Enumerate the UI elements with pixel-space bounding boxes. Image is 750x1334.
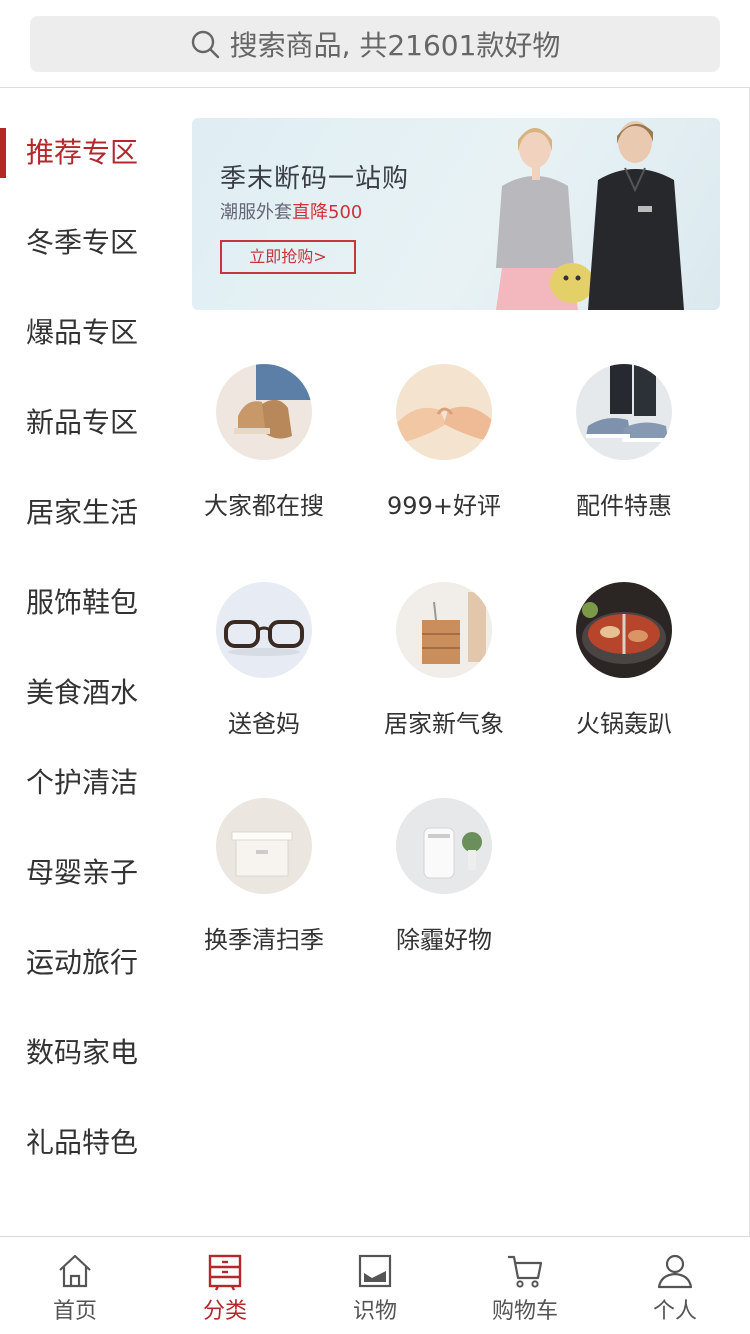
- category-label: 换季清扫季: [204, 926, 324, 954]
- promo-banner[interactable]: 季末断码一站购 潮服外套直降500 立即抢购>: [192, 118, 720, 310]
- sidebar-item-personal-care[interactable]: 个护清洁: [0, 738, 170, 828]
- banner-title: 季末断码一站购: [220, 164, 410, 194]
- category-label: 居家新气象: [384, 710, 504, 738]
- bottom-tab-bar: 首页 分类 识物 购物车 个人: [0, 1236, 750, 1334]
- sidebar-item-gifts[interactable]: 礼品特色: [0, 1098, 170, 1188]
- pinky-promise-photo: [396, 364, 492, 460]
- search-header: 搜索商品, 共21601款好物: [0, 0, 750, 88]
- banner-buy-button[interactable]: 立即抢购>: [220, 240, 356, 274]
- tab-discover-label: 识物: [352, 1299, 397, 1324]
- tab-home[interactable]: 首页: [0, 1237, 150, 1334]
- tab-profile[interactable]: 个人: [600, 1237, 750, 1334]
- person-icon: [657, 1254, 693, 1289]
- banner-sub-highlight: 直降500: [292, 202, 363, 223]
- category-label: 大家都在搜: [204, 492, 324, 520]
- cabinet-photo: [396, 582, 492, 678]
- category-item-home-refresh[interactable]: 居家新气象: [354, 582, 534, 739]
- hotpot-photo: [576, 582, 672, 678]
- category-label: 火锅轰趴: [576, 710, 672, 738]
- glasses-photo: [216, 582, 312, 678]
- cart-icon: [508, 1255, 543, 1288]
- picture-icon: [358, 1254, 392, 1288]
- sidebar-item-food[interactable]: 美食酒水: [0, 648, 170, 738]
- air-purifier-photo: [396, 798, 492, 894]
- search-icon: [191, 30, 219, 59]
- sidebar-item-baby[interactable]: 母婴亲子: [0, 828, 170, 918]
- category-sidebar: 推荐专区 冬季专区 爆品专区 新品专区 居家生活 服饰鞋包 美食酒水 个护清洁 …: [0, 108, 170, 1188]
- tab-home-label: 首页: [52, 1299, 97, 1324]
- category-item-popular-search[interactable]: 大家都在搜: [174, 364, 354, 521]
- tab-cart-label: 购物车: [491, 1299, 558, 1324]
- sidebar-item-recommend[interactable]: 推荐专区: [0, 108, 170, 198]
- category-item-accessories[interactable]: 配件特惠: [534, 364, 714, 521]
- search-placeholder: 搜索商品, 共21601款好物: [229, 29, 561, 62]
- boots-photo: [216, 364, 312, 460]
- category-label: 999+好评: [387, 492, 501, 520]
- sneakers-photo: [576, 364, 672, 460]
- tab-cart[interactable]: 购物车: [450, 1237, 600, 1334]
- category-item-cleaning[interactable]: 换季清扫季: [174, 798, 354, 955]
- sidebar-item-digital[interactable]: 数码家电: [0, 1008, 170, 1098]
- home-icon: [59, 1254, 91, 1288]
- tab-category[interactable]: 分类: [150, 1237, 300, 1334]
- sidebar-item-sports[interactable]: 运动旅行: [0, 918, 170, 1008]
- category-label: 配件特惠: [576, 492, 672, 520]
- category-item-hotpot-party[interactable]: 火锅轰趴: [534, 582, 714, 739]
- banner-models-image: [496, 121, 684, 310]
- sidebar-item-home-living[interactable]: 居家生活: [0, 468, 170, 558]
- category-item-for-parents[interactable]: 送爸妈: [174, 582, 354, 739]
- category-label: 送爸妈: [228, 710, 300, 738]
- sidebar-item-hot[interactable]: 爆品专区: [0, 288, 170, 378]
- search-input[interactable]: 搜索商品, 共21601款好物: [30, 16, 720, 72]
- category-label: 除霾好物: [396, 926, 492, 954]
- tab-category-label: 分类: [202, 1299, 247, 1324]
- banner-subtitle: 潮服外套直降500: [220, 198, 362, 224]
- sidebar-item-new[interactable]: 新品专区: [0, 378, 170, 468]
- sidebar-item-winter[interactable]: 冬季专区: [0, 198, 170, 288]
- category-icon: [208, 1254, 242, 1291]
- storage-box-photo: [216, 798, 312, 894]
- tab-discover[interactable]: 识物: [300, 1237, 450, 1334]
- tab-profile-label: 个人: [652, 1299, 697, 1324]
- category-item-anti-smog[interactable]: 除霾好物: [354, 798, 534, 955]
- banner-sub-prefix: 潮服外套: [220, 202, 292, 223]
- category-item-top-rated[interactable]: 999+好评: [354, 364, 534, 521]
- sidebar-item-apparel[interactable]: 服饰鞋包: [0, 558, 170, 648]
